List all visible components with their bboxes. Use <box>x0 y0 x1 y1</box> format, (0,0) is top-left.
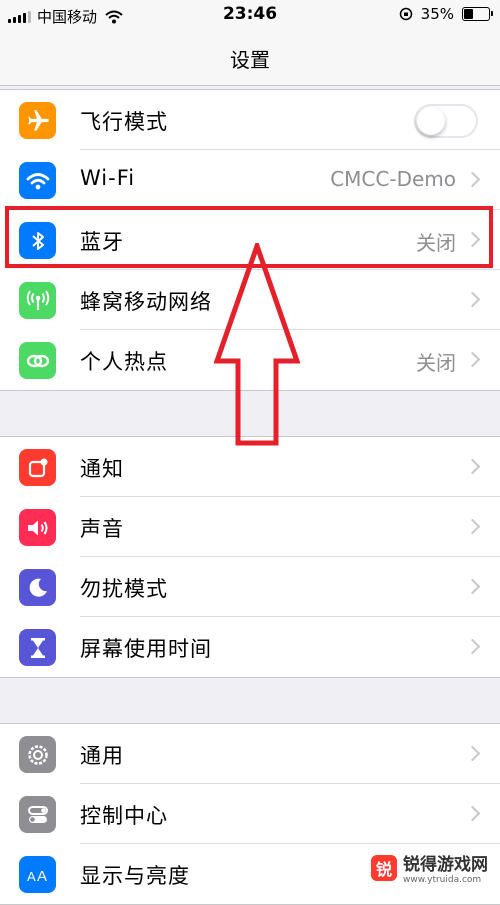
settings-row-label: 个人热点 <box>80 350 168 374</box>
chevron-right-icon <box>464 518 481 535</box>
page-title: 设置 <box>230 48 270 72</box>
chevron-right-icon <box>464 458 481 475</box>
svg-text:A: A <box>37 868 47 885</box>
settings-row-label: 显示与亮度 <box>80 864 190 888</box>
settings-row-label: 声音 <box>80 517 124 541</box>
up-arrow-annotation-icon <box>214 243 300 446</box>
airplane-icon <box>19 102 56 139</box>
orientation-lock-icon <box>399 7 412 21</box>
settings-row-value: CMCC-Demo <box>330 167 456 191</box>
screen-time-icon <box>19 629 56 666</box>
settings-row-label: 飞行模式 <box>80 110 168 134</box>
chevron-right-icon <box>464 351 481 368</box>
chevron-right-icon <box>464 805 481 822</box>
watermark-title: 锐得游戏网 <box>403 855 488 875</box>
settings-row-label: 通知 <box>80 457 124 481</box>
navigation-bar: 设置 <box>0 30 500 86</box>
display-brightness-icon: A A <box>19 856 56 893</box>
settings-row-do-not-disturb[interactable]: 勿扰模式 <box>0 557 500 617</box>
settings-row-wifi[interactable]: Wi-Fi CMCC-Demo <box>0 150 500 210</box>
notifications-icon <box>19 449 56 486</box>
chevron-right-icon <box>464 291 481 308</box>
battery-percent: 35% <box>420 5 454 23</box>
settings-row-label: 通用 <box>80 744 124 768</box>
settings-row-label: 勿扰模式 <box>80 577 168 601</box>
cellular-icon <box>19 282 56 319</box>
settings-row-sounds[interactable]: 声音 <box>0 497 500 557</box>
battery-icon <box>462 7 493 21</box>
chevron-right-icon <box>464 638 481 655</box>
site-watermark: 锐 锐得游戏网 www.ytruida.com <box>365 848 494 887</box>
chevron-right-icon <box>464 745 481 762</box>
watermark-logo-icon: 锐 <box>371 854 397 881</box>
hotspot-icon <box>19 342 56 379</box>
chevron-right-icon <box>464 171 481 188</box>
general-gear-icon <box>19 736 56 773</box>
settings-row-general[interactable]: 通用 <box>0 724 500 784</box>
svg-text:A: A <box>27 869 36 884</box>
settings-row-value: 关闭 <box>416 351 456 375</box>
do-not-disturb-icon <box>19 569 56 606</box>
settings-row-control-center[interactable]: 控制中心 <box>0 784 500 844</box>
chevron-right-icon <box>464 578 481 595</box>
control-center-icon <box>19 796 56 833</box>
sounds-icon <box>19 509 56 546</box>
settings-row-screen-time[interactable]: 屏幕使用时间 <box>0 617 500 677</box>
status-bar: 中国移动 23:46 35% <box>0 0 500 30</box>
airplane-mode-toggle[interactable] <box>414 104 478 138</box>
settings-row-label: 蜂窝移动网络 <box>80 290 212 314</box>
settings-row-label: 控制中心 <box>80 804 168 828</box>
settings-row-label: 屏幕使用时间 <box>80 637 212 661</box>
settings-row-label: Wi-Fi <box>80 166 136 190</box>
settings-row-airplane-mode: 飞行模式 <box>0 90 500 150</box>
settings-group-notifications: 通知 声音 勿扰模式 屏幕使用时间 <box>0 436 500 678</box>
wifi-icon <box>19 162 56 199</box>
watermark-url: www.ytruida.com <box>403 875 482 885</box>
